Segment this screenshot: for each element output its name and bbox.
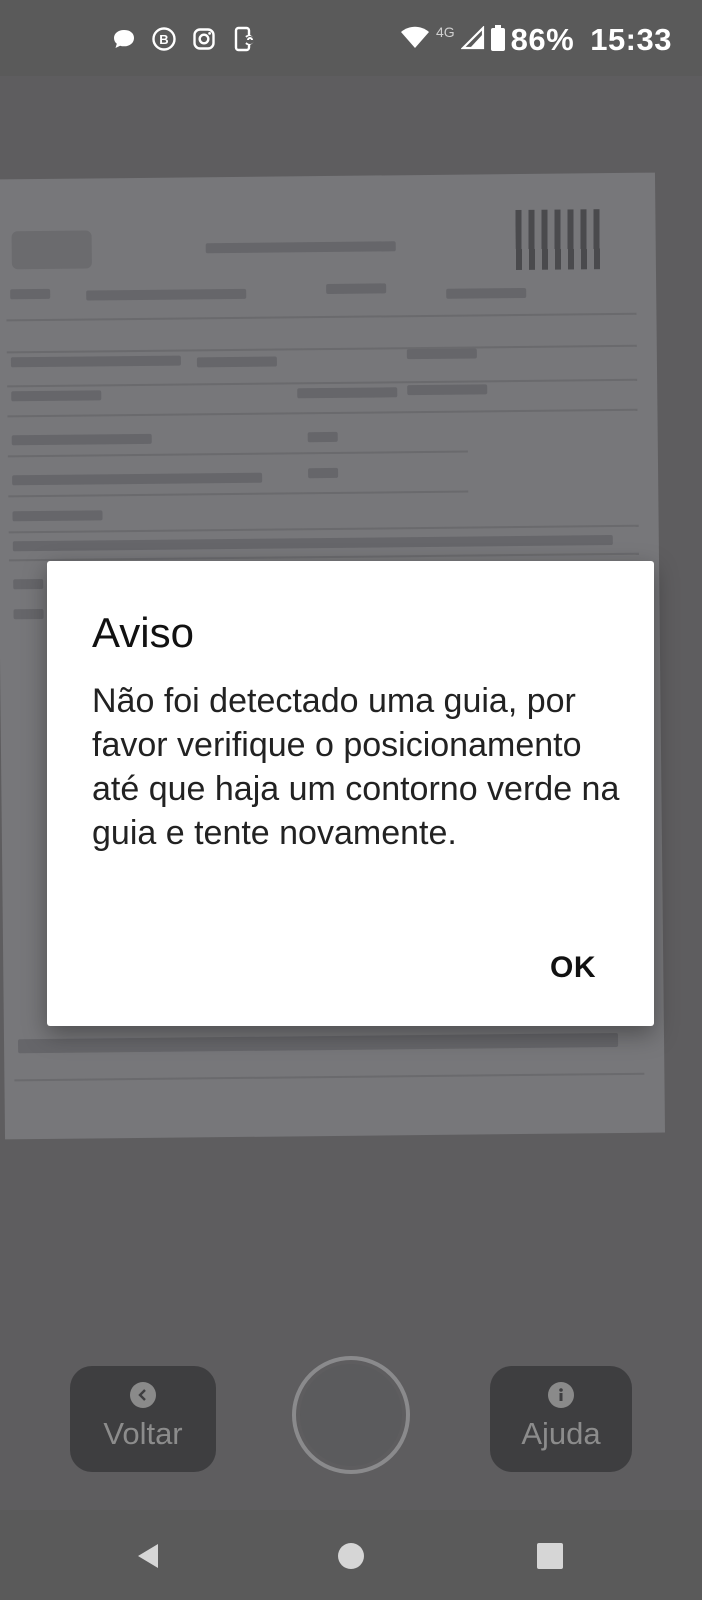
- instagram-icon: [190, 25, 218, 53]
- dialog-message: Não foi detectado uma guia, por favor ve…: [92, 682, 620, 852]
- notification-icons: B: [110, 24, 258, 54]
- network-type: 4G: [435, 24, 455, 40]
- dialog-title: Aviso: [92, 609, 194, 656]
- back-button-label: Voltar: [103, 1416, 183, 1451]
- capture-button-inner: [300, 1364, 402, 1466]
- chevron-left-icon: [130, 1382, 156, 1408]
- capture-button[interactable]: [292, 1356, 410, 1474]
- nav-home-icon[interactable]: [333, 1538, 369, 1574]
- cell-signal-icon: [460, 24, 485, 55]
- help-button-label: Ajuda: [521, 1416, 601, 1451]
- phone-sync-icon: [230, 25, 258, 53]
- back-button[interactable]: Voltar: [70, 1366, 216, 1472]
- navigation-bar: [0, 1510, 702, 1600]
- svg-text:B: B: [159, 32, 168, 47]
- barcode-image: [515, 209, 604, 271]
- chat-bubble-icon: [110, 25, 138, 53]
- nav-recents-icon[interactable]: [532, 1538, 568, 1574]
- battery-icon: [490, 24, 505, 56]
- help-button[interactable]: Ajuda: [490, 1366, 632, 1472]
- document-logo: [11, 230, 92, 270]
- clock: 15:33: [590, 22, 672, 57]
- alert-dialog: Aviso Não foi detectado uma guia, por fa…: [47, 561, 654, 1026]
- battery-percent: 86%: [510, 22, 575, 57]
- nav-back-icon[interactable]: [131, 1538, 167, 1574]
- status-indicators: 4G 86% 15:33: [400, 20, 672, 60]
- ok-button[interactable]: OK: [550, 951, 596, 985]
- whatsapp-business-icon: B: [150, 25, 178, 53]
- status-bar: B 4G 86% 15:33: [0, 0, 702, 76]
- wifi-icon: [400, 26, 430, 55]
- info-icon: [548, 1382, 574, 1408]
